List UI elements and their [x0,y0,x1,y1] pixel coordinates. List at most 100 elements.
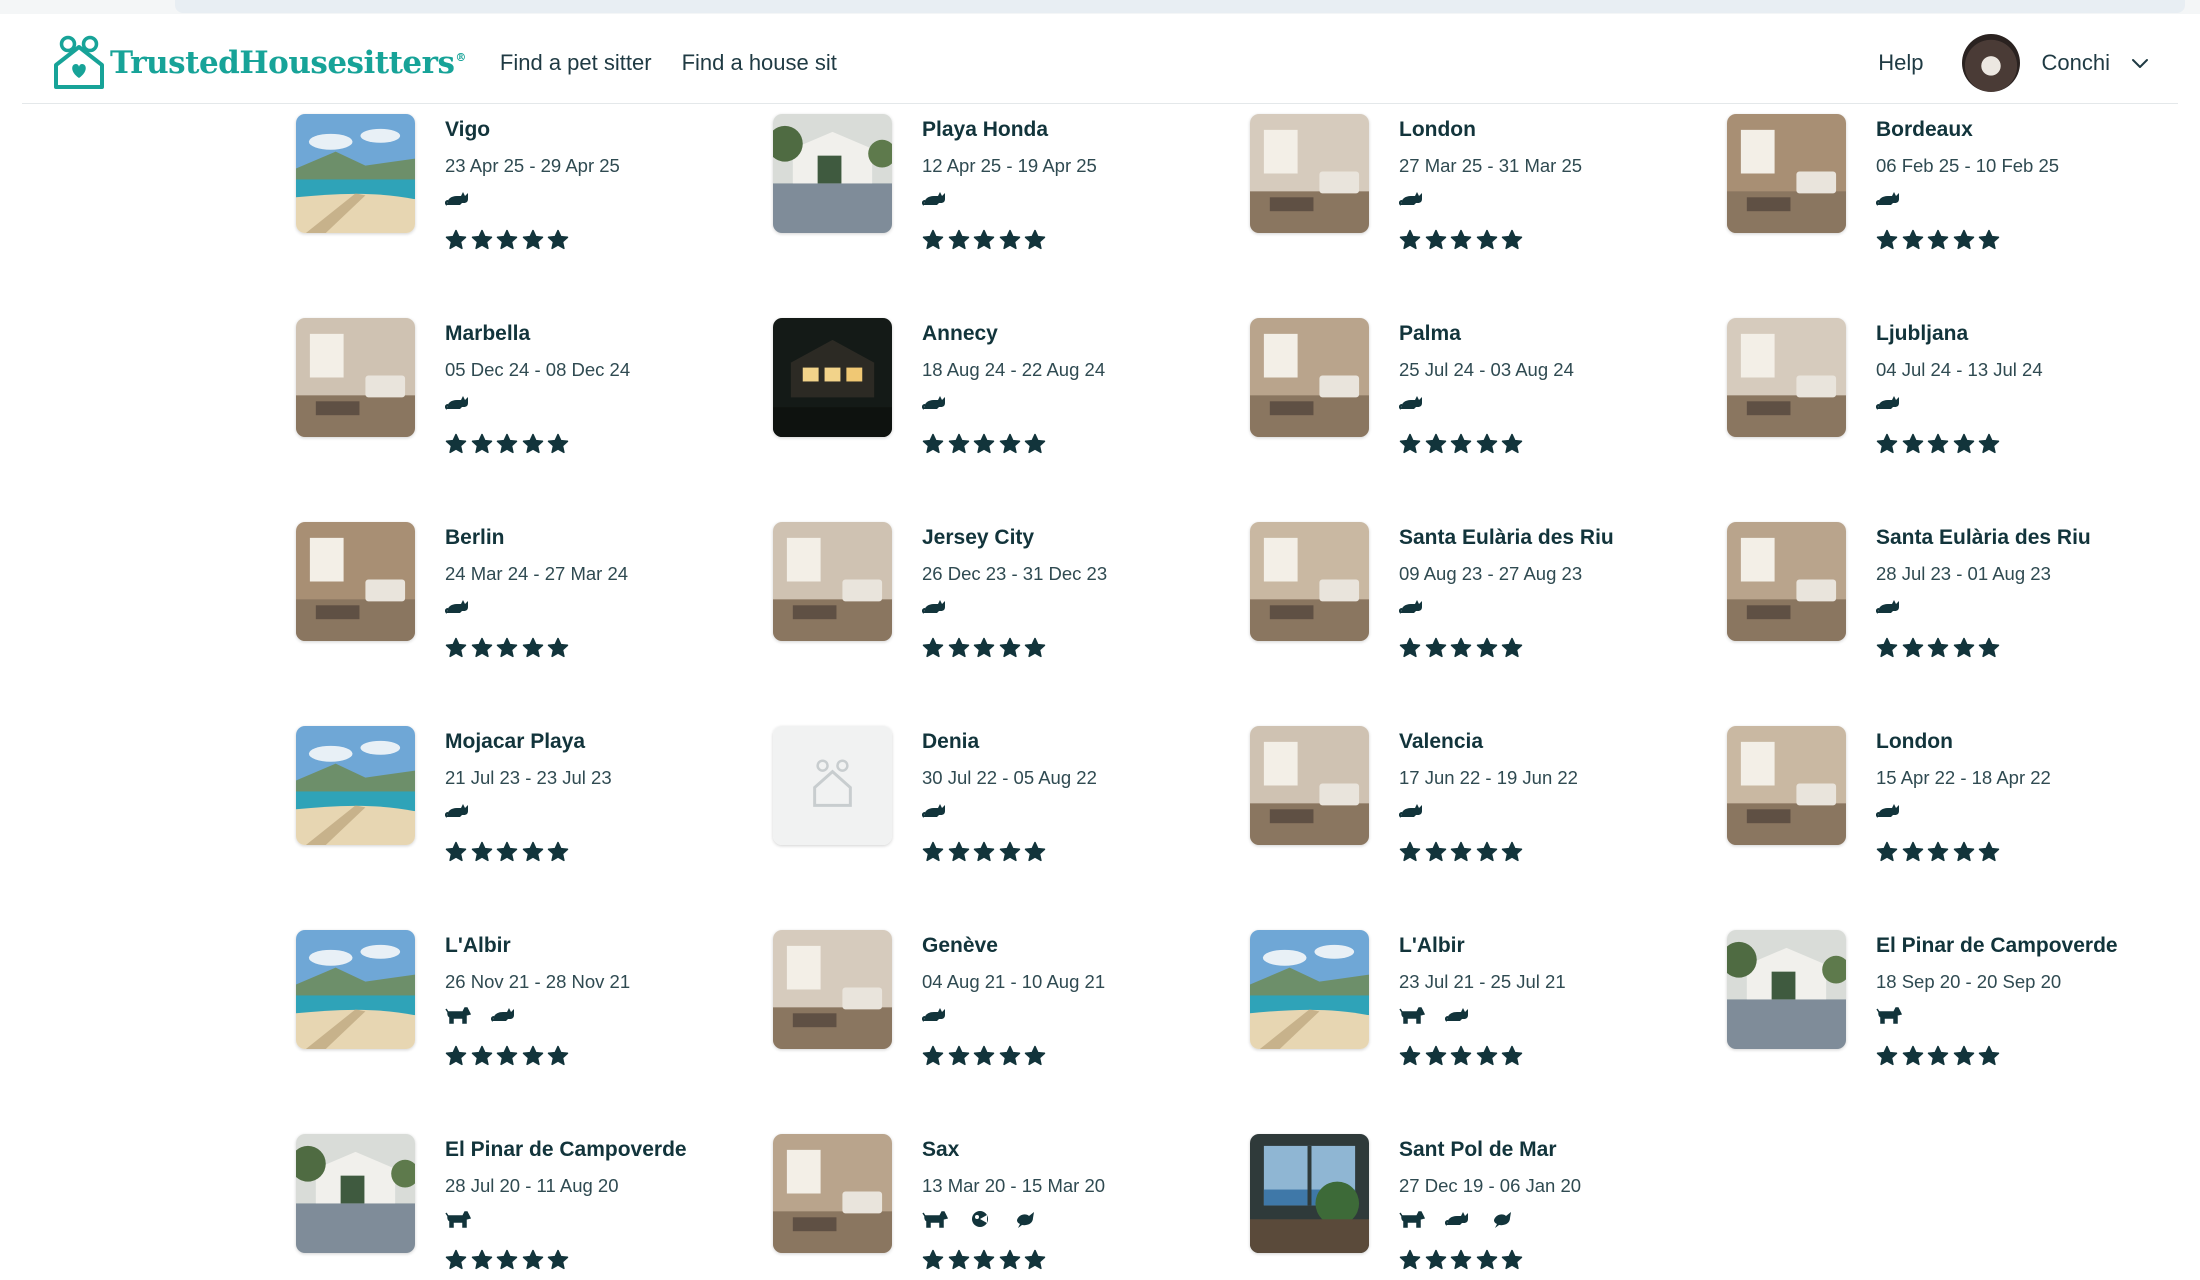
sit-location[interactable]: El Pinar de Campoverde [445,1135,687,1165]
cat-icon [1876,192,1899,206]
sit-location[interactable]: Santa Eulària des Riu [1399,523,1614,553]
sit-card[interactable]: London 15 Apr 22 - 18 Apr 22 [1727,726,2197,876]
sit-photo[interactable] [773,522,892,641]
sit-location[interactable]: Sax [922,1135,1105,1165]
sit-card[interactable]: Annecy 18 Aug 24 - 22 Aug 24 [773,318,1243,468]
sit-card[interactable]: Palma 25 Jul 24 - 03 Aug 24 [1250,318,1720,468]
dog-icon [1876,1007,1902,1024]
sit-location[interactable]: London [1399,115,1582,145]
sit-card[interactable]: L'Albir 23 Jul 21 - 25 Jul 21 [1250,930,1720,1080]
sit-photo[interactable] [296,522,415,641]
sit-card[interactable]: El Pinar de Campoverde 28 Jul 20 - 11 Aug… [296,1134,766,1280]
sit-card[interactable]: Genève 04 Aug 21 - 10 Aug 21 [773,930,1243,1080]
sit-card[interactable]: L'Albir 26 Nov 21 - 28 Nov 21 [296,930,766,1080]
sit-photo[interactable] [1250,1134,1369,1253]
sit-photo[interactable] [773,930,892,1049]
sit-location[interactable]: Marbella [445,319,630,349]
sit-location[interactable]: Sant Pol de Mar [1399,1135,1581,1165]
sit-location[interactable]: Denia [922,727,1097,757]
sit-location[interactable]: Genève [922,931,1105,961]
sit-card[interactable]: Ljubljana 04 Jul 24 - 13 Jul 24 [1727,318,2197,468]
sit-card[interactable]: Valencia 17 Jun 22 - 19 Jun 22 [1250,726,1720,876]
beach-icon [296,726,415,845]
sit-card[interactable]: Playa Honda 12 Apr 25 - 19 Apr 25 [773,114,1243,264]
help-link[interactable]: Help [1878,50,1923,76]
sit-location[interactable]: Annecy [922,319,1105,349]
star-icon [1024,1249,1046,1270]
sit-photo[interactable] [1250,930,1369,1049]
sit-location[interactable]: Palma [1399,319,1574,349]
cat-icon [1399,600,1422,614]
star-icon [547,1045,569,1066]
star-icon [1953,433,1974,454]
star-icon [1902,229,1923,250]
sit-photo[interactable] [296,114,415,233]
cat-icon [1399,804,1422,818]
sit-photo[interactable] [773,114,892,233]
nav-find-house-sit[interactable]: Find a house sit [682,50,837,76]
sit-card[interactable]: London 27 Mar 25 - 31 Mar 25 [1250,114,1720,264]
chevron-down-icon[interactable] [2130,53,2150,73]
sit-location[interactable]: Mojacar Playa [445,727,612,757]
brand-logo[interactable]: TrustedHousesitters® [52,22,466,104]
star-icon [1927,637,1949,658]
sit-card[interactable]: Santa Eulària des Riu 28 Jul 23 - 01 Aug … [1727,522,2197,672]
star-icon [522,433,543,454]
sit-location[interactable]: Playa Honda [922,115,1097,145]
house-icon [296,1134,415,1253]
pet-list [1876,596,2091,618]
pet-list [445,800,612,822]
sit-photo[interactable] [1250,522,1369,641]
sit-location[interactable]: Santa Eulària des Riu [1876,523,2091,553]
sit-card[interactable]: Santa Eulària des Riu 09 Aug 23 - 27 Aug … [1250,522,1720,672]
user-name[interactable]: Conchi [2042,50,2110,76]
star-icon [1978,841,2000,862]
sit-location[interactable]: Ljubljana [1876,319,2043,349]
browser-address-bar[interactable] [175,0,2185,13]
sit-location[interactable]: L'Albir [445,931,630,961]
sit-photo[interactable] [296,318,415,437]
room-icon [1250,522,1369,641]
sit-card[interactable]: Sax 13 Mar 20 - 15 Mar 20 [773,1134,1243,1280]
sit-location[interactable]: Valencia [1399,727,1578,757]
sit-photo[interactable] [1727,114,1846,233]
sit-location[interactable]: Bordeaux [1876,115,2059,145]
sit-location[interactable]: El Pinar de Campoverde [1876,931,2118,961]
sit-photo[interactable] [1250,114,1369,233]
sit-card[interactable]: Berlin 24 Mar 24 - 27 Mar 24 [296,522,766,672]
sit-photo[interactable] [296,930,415,1049]
sit-photo[interactable] [773,726,892,845]
star-icon [445,229,467,250]
nav-find-pet-sitter[interactable]: Find a pet sitter [500,50,652,76]
sit-photo[interactable] [1250,318,1369,437]
sit-photo[interactable] [1250,726,1369,845]
sit-location[interactable]: London [1876,727,2051,757]
sit-photo[interactable] [1727,318,1846,437]
sit-photo[interactable] [773,318,892,437]
sit-location[interactable]: Jersey City [922,523,1107,553]
sit-card[interactable]: Marbella 05 Dec 24 - 08 Dec 24 [296,318,766,468]
sit-dates: 23 Apr 25 - 29 Apr 25 [445,155,620,176]
avatar[interactable] [1961,33,2020,92]
sit-card[interactable]: Jersey City 26 Dec 23 - 31 Dec 23 [773,522,1243,672]
sit-card[interactable]: El Pinar de Campoverde 18 Sep 20 - 20 Sep… [1727,930,2197,1080]
dog-icon [1399,1007,1425,1024]
sit-card[interactable]: Denia 30 Jul 22 - 05 Aug 22 [773,726,1243,876]
star-icon [547,637,569,658]
sit-location[interactable]: Berlin [445,523,628,553]
sit-photo[interactable] [1727,726,1846,845]
sit-photo[interactable] [296,1134,415,1253]
star-icon [1501,229,1523,250]
sit-location[interactable]: Vigo [445,115,620,145]
sit-photo[interactable] [1727,930,1846,1049]
star-icon [1978,637,2000,658]
sit-card[interactable]: Vigo 23 Apr 25 - 29 Apr 25 [296,114,766,264]
sit-photo[interactable] [773,1134,892,1253]
sit-card[interactable]: Bordeaux 06 Feb 25 - 10 Feb 25 [1727,114,2197,264]
sit-card[interactable]: Mojacar Playa 21 Jul 23 - 23 Jul 23 [296,726,766,876]
sit-location[interactable]: L'Albir [1399,931,1566,961]
star-icon [999,229,1020,250]
sit-card[interactable]: Sant Pol de Mar 27 Dec 19 - 06 Jan 20 [1250,1134,1720,1280]
sit-photo[interactable] [1727,522,1846,641]
sit-photo[interactable] [296,726,415,845]
